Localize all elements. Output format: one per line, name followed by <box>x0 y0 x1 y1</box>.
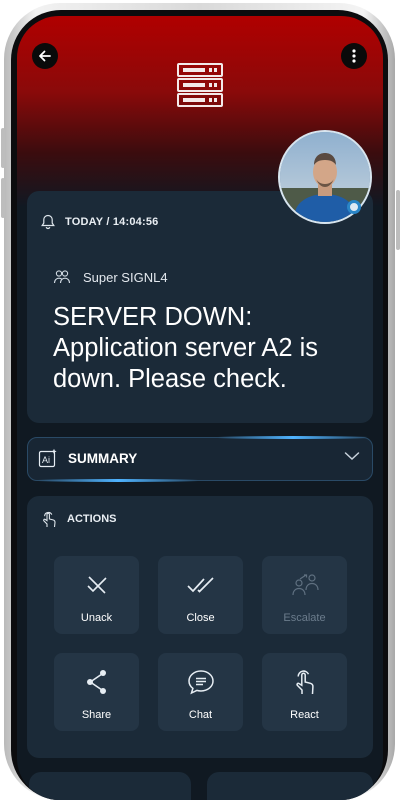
alert-team-name: Super SIGNL4 <box>83 269 168 285</box>
summary-header: Ai SUMMARY <box>38 448 137 468</box>
power-button <box>396 190 400 250</box>
actions-title: ACTIONS <box>67 513 117 525</box>
app-screen: TODAY / 14:04:56 Super SIGNL4 SERVER DOW… <box>17 16 383 800</box>
alert-card: TODAY / 14:04:56 Super SIGNL4 SERVER DOW… <box>27 191 373 423</box>
team-icon <box>53 270 71 284</box>
action-label: React <box>290 709 319 721</box>
react-button[interactable]: React <box>262 653 347 731</box>
action-label: Escalate <box>283 612 326 624</box>
summary-panel[interactable]: Ai SUMMARY <box>27 436 373 482</box>
summary-glow <box>38 479 198 482</box>
actions-header: ACTIONS <box>41 510 117 528</box>
close-button[interactable]: Close <box>158 556 243 634</box>
action-label: Close <box>186 612 215 624</box>
action-label: Chat <box>188 709 213 721</box>
unack-icon <box>86 576 107 594</box>
escalate-button[interactable]: Escalate <box>262 556 347 634</box>
svg-text:Ai: Ai <box>42 455 50 465</box>
arrow-left-icon <box>39 50 51 62</box>
summary-label: SUMMARY <box>68 450 138 466</box>
chat-button[interactable]: Chat <box>158 653 243 731</box>
more-vertical-icon <box>352 49 356 63</box>
bell-icon <box>41 214 55 230</box>
summary-glow <box>218 436 368 439</box>
share-button[interactable]: Share <box>54 653 139 731</box>
volume-button <box>1 178 5 218</box>
action-label: Unack <box>80 612 113 624</box>
alert-message: SERVER DOWN: Application server A2 is do… <box>53 303 319 393</box>
double-check-icon <box>186 577 214 593</box>
volume-button <box>1 128 5 168</box>
ai-icon: Ai <box>38 448 57 468</box>
alert-team-row: Super SIGNL4 <box>53 269 168 285</box>
back-button[interactable] <box>32 43 58 69</box>
server-icon <box>177 63 223 107</box>
alert-timestamp: TODAY / 14:04:56 <box>65 216 159 228</box>
action-label: Share <box>81 709 112 721</box>
hand-pointer-icon <box>43 511 56 528</box>
actions-card: ACTIONS Unack Close Escalate Share Chat … <box>27 496 373 758</box>
unack-button[interactable]: Unack <box>54 556 139 634</box>
next-card <box>29 772 191 800</box>
next-card <box>207 772 373 800</box>
chevron-down-icon[interactable] <box>344 451 360 461</box>
tap-icon <box>295 670 314 695</box>
escalate-icon <box>291 574 319 596</box>
share-icon <box>86 670 106 694</box>
chat-icon <box>187 670 214 695</box>
online-status-indicator <box>347 200 361 214</box>
more-options-button[interactable] <box>341 43 367 69</box>
alert-timestamp-row: TODAY / 14:04:56 <box>41 214 159 230</box>
